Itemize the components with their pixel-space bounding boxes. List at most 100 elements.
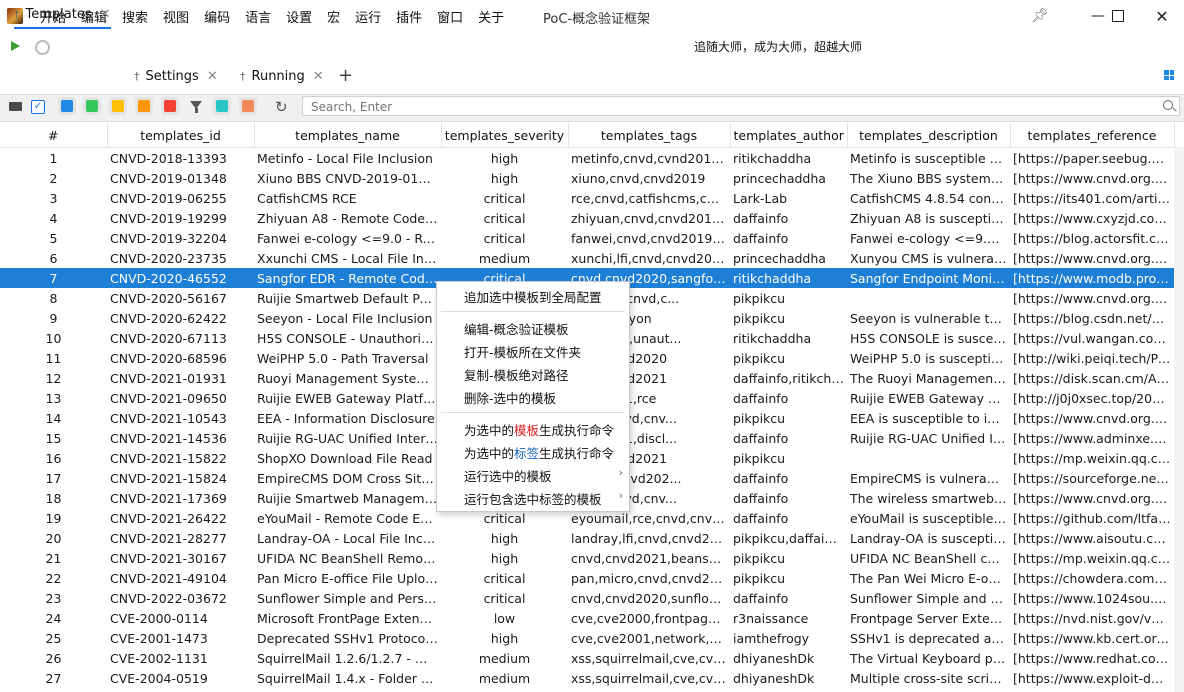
- close-button[interactable]: ✕: [1142, 0, 1182, 32]
- menu-encoding[interactable]: 编码: [204, 7, 230, 26]
- table-cell-templates-reference: [https://www.1024sou.co...: [1013, 590, 1174, 606]
- maximize-button[interactable]: [1098, 0, 1138, 32]
- vertical-scrollbar[interactable]: [1174, 147, 1184, 692]
- table-row[interactable]: 1 CNVD-2018-13393 Metinfo - Local File Inc…: [0, 148, 1174, 169]
- menu-item-run-selected[interactable]: 运行选中的模板: [464, 466, 552, 485]
- table-cell-templates-name: ShopXO Download File Read: [257, 450, 433, 466]
- menu-plugins[interactable]: 插件: [396, 7, 422, 26]
- table-row[interactable]: 25 CVE-2001-1473 Deprecated SSHv1 Protocol…: [0, 628, 1174, 648]
- table-row[interactable]: 3 CNVD-2019-06255 CatfishCMS RCE critical rc…: [0, 188, 1174, 208]
- table-cell-templates-id: CNVD-2020-68596: [110, 350, 227, 366]
- table-cell-templates-author: daffainfo: [733, 430, 789, 446]
- column-header[interactable]: templates_reference: [1010, 123, 1175, 148]
- select-all-checkbox[interactable]: ✓: [31, 100, 45, 114]
- menu-run[interactable]: 运行: [355, 7, 381, 26]
- table-row[interactable]: 5 CNVD-2019-32204 Fanwei e-cology <=9.0 - …: [0, 228, 1174, 248]
- window-title: PoC-概念验证框架: [543, 12, 651, 27]
- table-row[interactable]: 20 CNVD-2021-28277 Landray-OA - Local File…: [0, 528, 1174, 548]
- color-filter-salmon[interactable]: [239, 97, 257, 115]
- menu-macro[interactable]: 宏: [327, 7, 340, 26]
- table-cell-templates-name: H5S CONSOLE - Unauthorize...: [257, 330, 441, 346]
- table-row[interactable]: 24 CVE-2000-0114 Microsoft FrontPage Exten…: [0, 608, 1174, 628]
- menu-text: 为选中的: [464, 423, 515, 438]
- table-row[interactable]: 27 CVE-2004-0519 SquirrelMail 1.4.x - Fold…: [0, 668, 1174, 688]
- table-row[interactable]: 22 CNVD-2021-49104 Pan Micro E-office File…: [0, 568, 1174, 588]
- table-cell-templates-id: CNVD-2020-62422: [110, 310, 227, 326]
- table-cell-templates-reference: [https://www.exploit-db.c...: [1013, 670, 1174, 686]
- tab-running[interactable]: † Running ✕: [240, 62, 324, 91]
- table-row[interactable]: 4 CNVD-2019-19299 Zhiyuan A8 - Remote Code…: [0, 208, 1174, 228]
- column-header[interactable]: templates_name: [254, 123, 442, 148]
- close-tab-icon[interactable]: ✕: [207, 69, 218, 84]
- table-cell-templates-reference: [https://chowdera.com/2...: [1013, 570, 1174, 586]
- tab-settings[interactable]: † Settings ✕: [134, 62, 218, 91]
- table-cell-templates-description: Frontpage Server Extensi...: [850, 610, 1010, 626]
- table-cell-templates-name: EmpireCMS DOM Cross Site-...: [257, 470, 441, 486]
- menu-item-gen-template-cmd[interactable]: 为选中的模板生成执行命令: [464, 420, 614, 439]
- table-cell-index: 8: [49, 290, 58, 306]
- search-input[interactable]: [309, 98, 1153, 116]
- pin-window-icon[interactable]: 📌︎: [1020, 0, 1060, 32]
- table-cell-templates-id: CNVD-2021-15824: [110, 470, 227, 486]
- menu-window[interactable]: 窗口: [437, 7, 463, 26]
- table-cell-templates-severity: medium: [478, 650, 531, 666]
- column-header[interactable]: templates_id: [107, 123, 255, 148]
- table-cell-templates-description: Ruijie EWEB Gateway Plat...: [850, 390, 1010, 406]
- menu-item-open-folder[interactable]: 打开-模板所在文件夹: [464, 342, 581, 361]
- table-cell-templates-severity: high: [490, 630, 519, 646]
- table-cell-templates-author: daffainfo: [733, 230, 789, 246]
- table-row[interactable]: 21 CNVD-2021-30167 UFIDA NC BeanShell Remo…: [0, 548, 1174, 568]
- table-cell-templates-severity: medium: [478, 670, 531, 686]
- table-row[interactable]: 2 CNVD-2019-01348 Xiuno BBS CNVD-2019-0134…: [0, 168, 1174, 188]
- filter-icon[interactable]: [190, 101, 202, 113]
- color-filter-yellow[interactable]: [109, 97, 127, 115]
- color-filter-green[interactable]: [83, 97, 101, 115]
- menu-item-add-global[interactable]: 追加选中模板到全局配置: [464, 287, 602, 306]
- menu-item-delete[interactable]: 删除-选中的模板: [464, 388, 556, 407]
- table-cell-index: 19: [45, 510, 62, 526]
- column-header[interactable]: templates_tags: [568, 123, 731, 148]
- table-cell-templates-author: pikpikcu: [733, 350, 786, 366]
- table-row[interactable]: 23 CNVD-2022-03672 Sunflower Simple and Pe…: [0, 588, 1174, 608]
- refresh-icon[interactable]: ↻: [275, 98, 288, 116]
- close-tab-icon[interactable]: ✕: [313, 69, 324, 84]
- table-cell-index: 22: [45, 570, 62, 586]
- add-tab-icon[interactable]: +: [338, 65, 353, 86]
- menu-item-edit-template[interactable]: 编辑-概念验证模板: [464, 319, 569, 338]
- menu-view[interactable]: 视图: [163, 7, 189, 26]
- menu-item-copy-path[interactable]: 复制-模板绝对路径: [464, 365, 569, 384]
- table-cell-index: 21: [45, 550, 62, 566]
- search-icon[interactable]: [1163, 100, 1173, 110]
- menu-language[interactable]: 语言: [245, 7, 271, 26]
- search-box[interactable]: [302, 96, 1180, 116]
- menu-settings[interactable]: 设置: [286, 7, 312, 26]
- table-cell-index: 14: [45, 410, 62, 426]
- menu-about[interactable]: 关于: [478, 7, 504, 26]
- table-cell-templates-author: pikpikcu: [733, 450, 786, 466]
- table-cell-templates-author: pikpikcu,daffainfo: [733, 530, 845, 546]
- folder-icon[interactable]: [9, 102, 22, 111]
- table-row[interactable]: 26 CVE-2002-1131 SquirrelMail 1.2.6/1.2.7 …: [0, 648, 1174, 668]
- table-row[interactable]: 6 CNVD-2020-23735 Xxunchi CMS - Local File…: [0, 248, 1174, 268]
- column-header[interactable]: templates_severity: [441, 123, 569, 148]
- tab-templates[interactable]: † Templates ✕: [14, 0, 111, 29]
- table-cell-templates-tags: cve,cve2001,network,ssh,...: [571, 630, 730, 646]
- menu-search[interactable]: 搜索: [122, 7, 148, 26]
- menu-item-gen-tag-cmd[interactable]: 为选中的标签生成执行命令: [464, 443, 614, 462]
- color-filter-orange[interactable]: [135, 97, 153, 115]
- column-header[interactable]: templates_author: [730, 123, 848, 148]
- close-tab-icon[interactable]: ✕: [100, 7, 111, 22]
- column-header[interactable]: templates_description: [847, 123, 1011, 148]
- windows-icon[interactable]: [1164, 70, 1174, 80]
- table-cell-templates-severity: critical: [483, 210, 526, 226]
- color-filter-blue[interactable]: [58, 97, 76, 115]
- color-filter-red[interactable]: [161, 97, 179, 115]
- column-header[interactable]: #: [0, 123, 108, 148]
- table-cell-templates-id: CNVD-2021-28277: [110, 530, 227, 546]
- run-icon[interactable]: [11, 41, 20, 51]
- stop-icon[interactable]: [35, 40, 50, 55]
- color-filter-cyan[interactable]: [213, 97, 231, 115]
- table-cell-index: 2: [49, 170, 58, 186]
- table-cell-index: 13: [45, 390, 62, 406]
- menu-item-run-by-tags[interactable]: 运行包含选中标签的模板: [464, 489, 602, 508]
